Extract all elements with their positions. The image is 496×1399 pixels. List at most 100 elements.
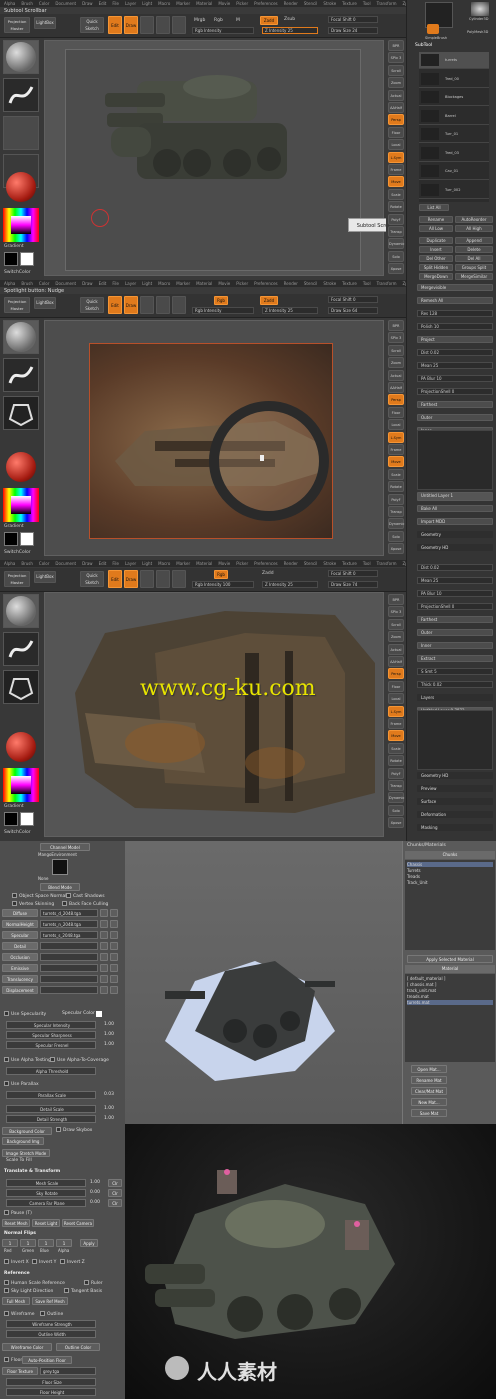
menu-item-document[interactable]: Document [55,281,76,286]
rgb-intensity-slider[interactable]: Rgb Intensity [192,27,254,34]
shelf-button-rotate[interactable]: Rotate [388,755,404,767]
apply-selected-material-button[interactable]: Apply Selected Material [407,955,493,963]
map-slot-button-normalheight[interactable]: NormalHeight [2,920,38,928]
specular-sharpness-slider[interactable]: Specular Sharpness [6,1031,96,1039]
panel-item-farthest[interactable]: Farthest [417,616,493,623]
shelf-button-bpr[interactable]: BPR [388,320,404,331]
map-clear-button[interactable] [100,909,108,917]
chunk-item[interactable]: Treads [407,874,493,879]
panel-item-dist-0-02[interactable]: Dist 0.02 [417,564,493,571]
back-face-culling-checkbox[interactable]: Back Face Culling [62,901,108,907]
menu-item-marker[interactable]: Marker [176,1,190,6]
invert-checkbox-z[interactable]: Invert Z [60,1259,85,1265]
mergedown-button[interactable]: MergeDown [419,273,453,280]
chunk-item[interactable]: Chassis [407,862,493,867]
del-all-button[interactable]: Del All [455,255,493,262]
shelf-button-transp[interactable]: Transp [388,226,404,237]
shelf-button-spix-3[interactable]: SPix 3 [388,332,404,344]
projection-master-button-2[interactable]: Projection Master [4,297,30,313]
alpha-thumbnail[interactable] [3,116,39,150]
menu-item-edit[interactable]: Edit [99,1,107,6]
brush-thumbnail[interactable] [3,40,39,74]
background-color-button[interactable]: Background Color [2,1127,52,1135]
material-button-save-mat[interactable]: Save Mat [411,1109,447,1117]
map-browse-button[interactable] [110,953,118,961]
menu-item-preferences[interactable]: Preferences [254,1,278,6]
map-clear-button[interactable] [100,964,108,972]
menu-item-brush[interactable]: Brush [21,561,33,566]
panel-item-deformation[interactable]: Deformation [417,811,493,818]
map-browse-button[interactable] [110,931,118,939]
focal-shift-slider-3[interactable]: Focal Shift 0 [328,570,378,577]
material-item[interactable]: turrets.mat [407,1000,493,1005]
menu-item-preferences[interactable]: Preferences [254,281,278,286]
shelf-button-spix-3[interactable]: SPix 3 [388,606,404,618]
z-intensity-slider-2[interactable]: Z Intensity 25 [262,307,318,314]
quick-sketch-button[interactable]: Quick Sketch [80,17,104,33]
menu-item-edit[interactable]: Edit [99,281,107,286]
flip-toggle-blue[interactable]: 1 [38,1239,54,1247]
menu-item-draw[interactable]: Draw [82,561,92,566]
menu-item-stroke[interactable]: Stroke [323,561,336,566]
menu-item-file[interactable]: File [112,1,119,6]
switchcolor-label[interactable]: SwitchColor [4,270,31,275]
scale-mode-button-3[interactable] [156,570,170,588]
switchcolor-label-3[interactable]: SwitchColor [4,830,31,835]
map-browse-button[interactable] [110,964,118,972]
material-item[interactable]: track_unit.mat [407,988,493,993]
outline-color-button[interactable]: Outline Color [56,1343,100,1351]
shelf-button-zoom[interactable]: Zoom [388,631,404,643]
map-slot-button-specular[interactable]: Specular [2,931,38,939]
shelf-button-persp[interactable]: Persp [388,668,404,680]
shelf-button-xpose[interactable]: Xpose [388,817,404,829]
groups-split-button[interactable]: Groups Split [455,264,493,271]
floor-height-slider[interactable]: Floor Height [6,1388,96,1396]
lightbox-button[interactable]: LightBox [34,17,56,29]
menu-item-layer[interactable]: Layer [125,281,136,286]
shelf-button-bpr[interactable]: BPR [388,40,404,51]
spotlight-dial[interactable] [209,401,329,521]
insert-button[interactable]: Insert [419,246,453,253]
rotate-mode-button-2[interactable] [172,296,186,314]
floor-texture-button[interactable]: Floor Texture [2,1367,38,1375]
menu-item-macro[interactable]: Macro [158,1,170,6]
draw-size-slider-2[interactable]: Draw Size 64 [328,307,378,314]
alpha-thumbnail-3[interactable] [3,670,39,704]
auto-position-floor-button[interactable]: Auto-Position Floor [22,1356,72,1364]
menu-item-edit[interactable]: Edit [99,561,107,566]
subtool-header[interactable]: SubTool [415,43,432,48]
blend-mode-button[interactable]: Blend Mode [40,883,80,891]
shelf-button-floor[interactable]: Floor [388,680,404,692]
human-scale-checkbox[interactable]: Human Scale Reference [4,1280,65,1286]
color-picker-3[interactable] [3,768,39,802]
reset-mesh-button[interactable]: Reset Mesh [2,1219,30,1227]
menu-item-material[interactable]: Material [196,281,212,286]
brush-thumbnail-3[interactable] [3,594,39,628]
menu-item-color[interactable]: Color [39,281,49,286]
quick-sketch-button-3[interactable]: Quick Sketch [80,571,104,587]
shelf-button-zoom[interactable]: Zoom [388,77,404,89]
z-intensity-slider[interactable]: Z Intensity 25 [262,27,318,34]
wireframe-strength-slider[interactable]: Wireframe Strength [6,1320,96,1328]
panel-item-layers[interactable]: Layers [417,694,493,701]
panel-item-surface[interactable]: Surface [417,798,493,805]
rgb-intensity-slider-3[interactable]: Rgb Intensity 100 [192,581,254,588]
panel-item-thick-0-02[interactable]: Thick 0.02 [417,681,493,688]
subtool-row[interactable]: Tred_00 [419,71,489,88]
menu-item-preferences[interactable]: Preferences [254,561,278,566]
all-high-button[interactable]: All High [455,225,493,232]
floor-checkbox[interactable]: Floor [4,1357,22,1363]
invert-checkbox-x[interactable]: Invert X [4,1259,29,1265]
mergesimilar-button[interactable]: MergeSimilar [455,273,493,280]
gradient-label-2[interactable]: Gradient [4,524,24,529]
flip-toggle-green[interactable]: 1 [20,1239,36,1247]
map-browse-button[interactable] [110,975,118,983]
tank-model[interactable] [97,71,317,191]
material-item[interactable]: [ default_material ] [407,976,493,981]
rgb-button-2[interactable]: Rgb [214,296,228,305]
append-button[interactable]: Append [455,237,493,244]
chunk-item[interactable]: Track_Unit [407,880,493,885]
panel-item-mean-25[interactable]: Mean 25 [417,362,493,369]
shelf-button-polyf[interactable]: PolyF [388,493,404,505]
map-clear-button[interactable] [100,931,108,939]
